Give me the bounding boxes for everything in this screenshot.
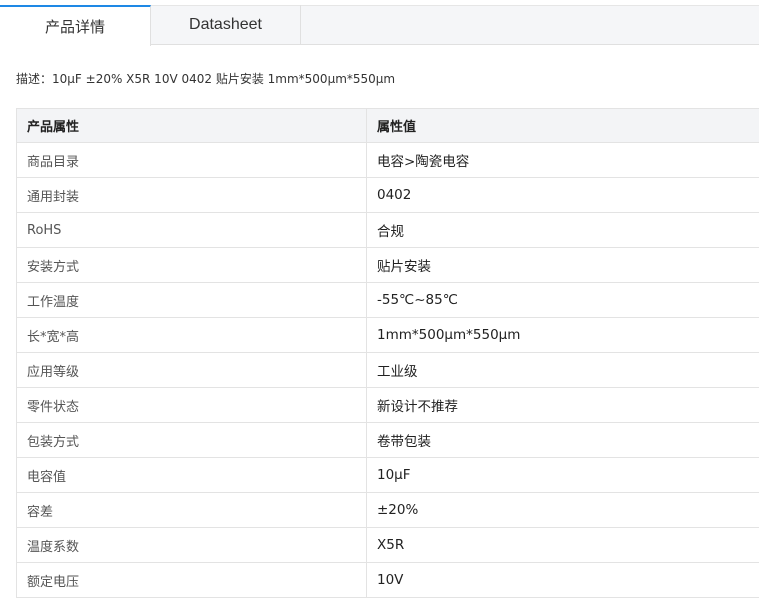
attribute-name: 电容值 — [16, 457, 367, 493]
attribute-name: 应用等级 — [16, 352, 367, 388]
table-row: 商品目录 电容>陶瓷电容 — [16, 142, 759, 178]
description-label: 描述： — [16, 72, 53, 86]
table-row: 容差 ±20% — [16, 492, 759, 528]
table-row: 电容值 10μF — [16, 457, 759, 493]
attribute-name: 安装方式 — [16, 247, 367, 283]
attribute-value: X5R — [366, 527, 759, 563]
attribute-table-body: 商品目录 电容>陶瓷电容 通用封装 0402 RoHS 合规 安装方式 贴片安装 工作温度 -55… — [16, 142, 759, 598]
attribute-value: ±20% — [366, 492, 759, 528]
attribute-table: 产品属性 属性值 商品目录 电容>陶瓷电容 通用封装 0402 RoHS 合规 安装方式 贴片… — [16, 108, 759, 598]
table-row: 通用封装 0402 — [16, 177, 759, 213]
attribute-name: 长*宽*高 — [16, 317, 367, 353]
attribute-value: 贴片安装 — [366, 247, 759, 283]
table-row: 零件状态 新设计不推荐 — [16, 387, 759, 423]
description-text: 10μF ±20% X5R 10V 0402 贴片安装 1mm*500μm*55… — [52, 72, 396, 86]
table-header-row: 产品属性 属性值 — [16, 108, 759, 143]
attribute-value: 0402 — [366, 177, 759, 213]
attribute-name: 商品目录 — [16, 142, 367, 178]
attribute-name: 额定电压 — [16, 562, 367, 598]
attribute-value: 电容>陶瓷电容 — [366, 142, 759, 178]
table-row: 长*宽*高 1mm*500μm*550μm — [16, 317, 759, 353]
product-detail-page: 产品详情 Datasheet 描述：10μF ±20% X5R 10V 0402… — [0, 0, 759, 602]
tab-product-details[interactable]: 产品详情 — [0, 5, 151, 46]
column-header-attribute: 产品属性 — [16, 108, 367, 143]
attribute-value: 1mm*500μm*550μm — [366, 317, 759, 353]
attribute-value: -55℃~85℃ — [366, 282, 759, 318]
table-row: 额定电压 10V — [16, 562, 759, 598]
attribute-name: 温度系数 — [16, 527, 367, 563]
attribute-name: 容差 — [16, 492, 367, 528]
attribute-value: 新设计不推荐 — [366, 387, 759, 423]
table-row: 应用等级 工业级 — [16, 352, 759, 388]
attribute-name: 零件状态 — [16, 387, 367, 423]
attribute-name: 包装方式 — [16, 422, 367, 458]
table-row: 温度系数 X5R — [16, 527, 759, 563]
table-row: 包装方式 卷带包装 — [16, 422, 759, 458]
tab-bar: 产品详情 Datasheet — [0, 5, 759, 46]
table-row: 安装方式 贴片安装 — [16, 247, 759, 283]
tab-product-details-label: 产品详情 — [44, 18, 105, 36]
table-row: RoHS 合规 — [16, 212, 759, 248]
attribute-value: 10V — [366, 562, 759, 598]
product-description: 描述：10μF ±20% X5R 10V 0402 贴片安装 1mm*500μm… — [16, 70, 395, 87]
attribute-name: RoHS — [16, 212, 367, 248]
tab-datasheet[interactable]: Datasheet — [151, 5, 301, 45]
attribute-value: 卷带包装 — [366, 422, 759, 458]
attribute-name: 通用封装 — [16, 177, 367, 213]
attribute-value: 合规 — [366, 212, 759, 248]
column-header-value: 属性值 — [366, 108, 759, 143]
table-row: 工作温度 -55℃~85℃ — [16, 282, 759, 318]
attribute-value: 10μF — [366, 457, 759, 493]
attribute-value: 工业级 — [366, 352, 759, 388]
tab-datasheet-label: Datasheet — [189, 16, 262, 33]
attribute-name: 工作温度 — [16, 282, 367, 318]
